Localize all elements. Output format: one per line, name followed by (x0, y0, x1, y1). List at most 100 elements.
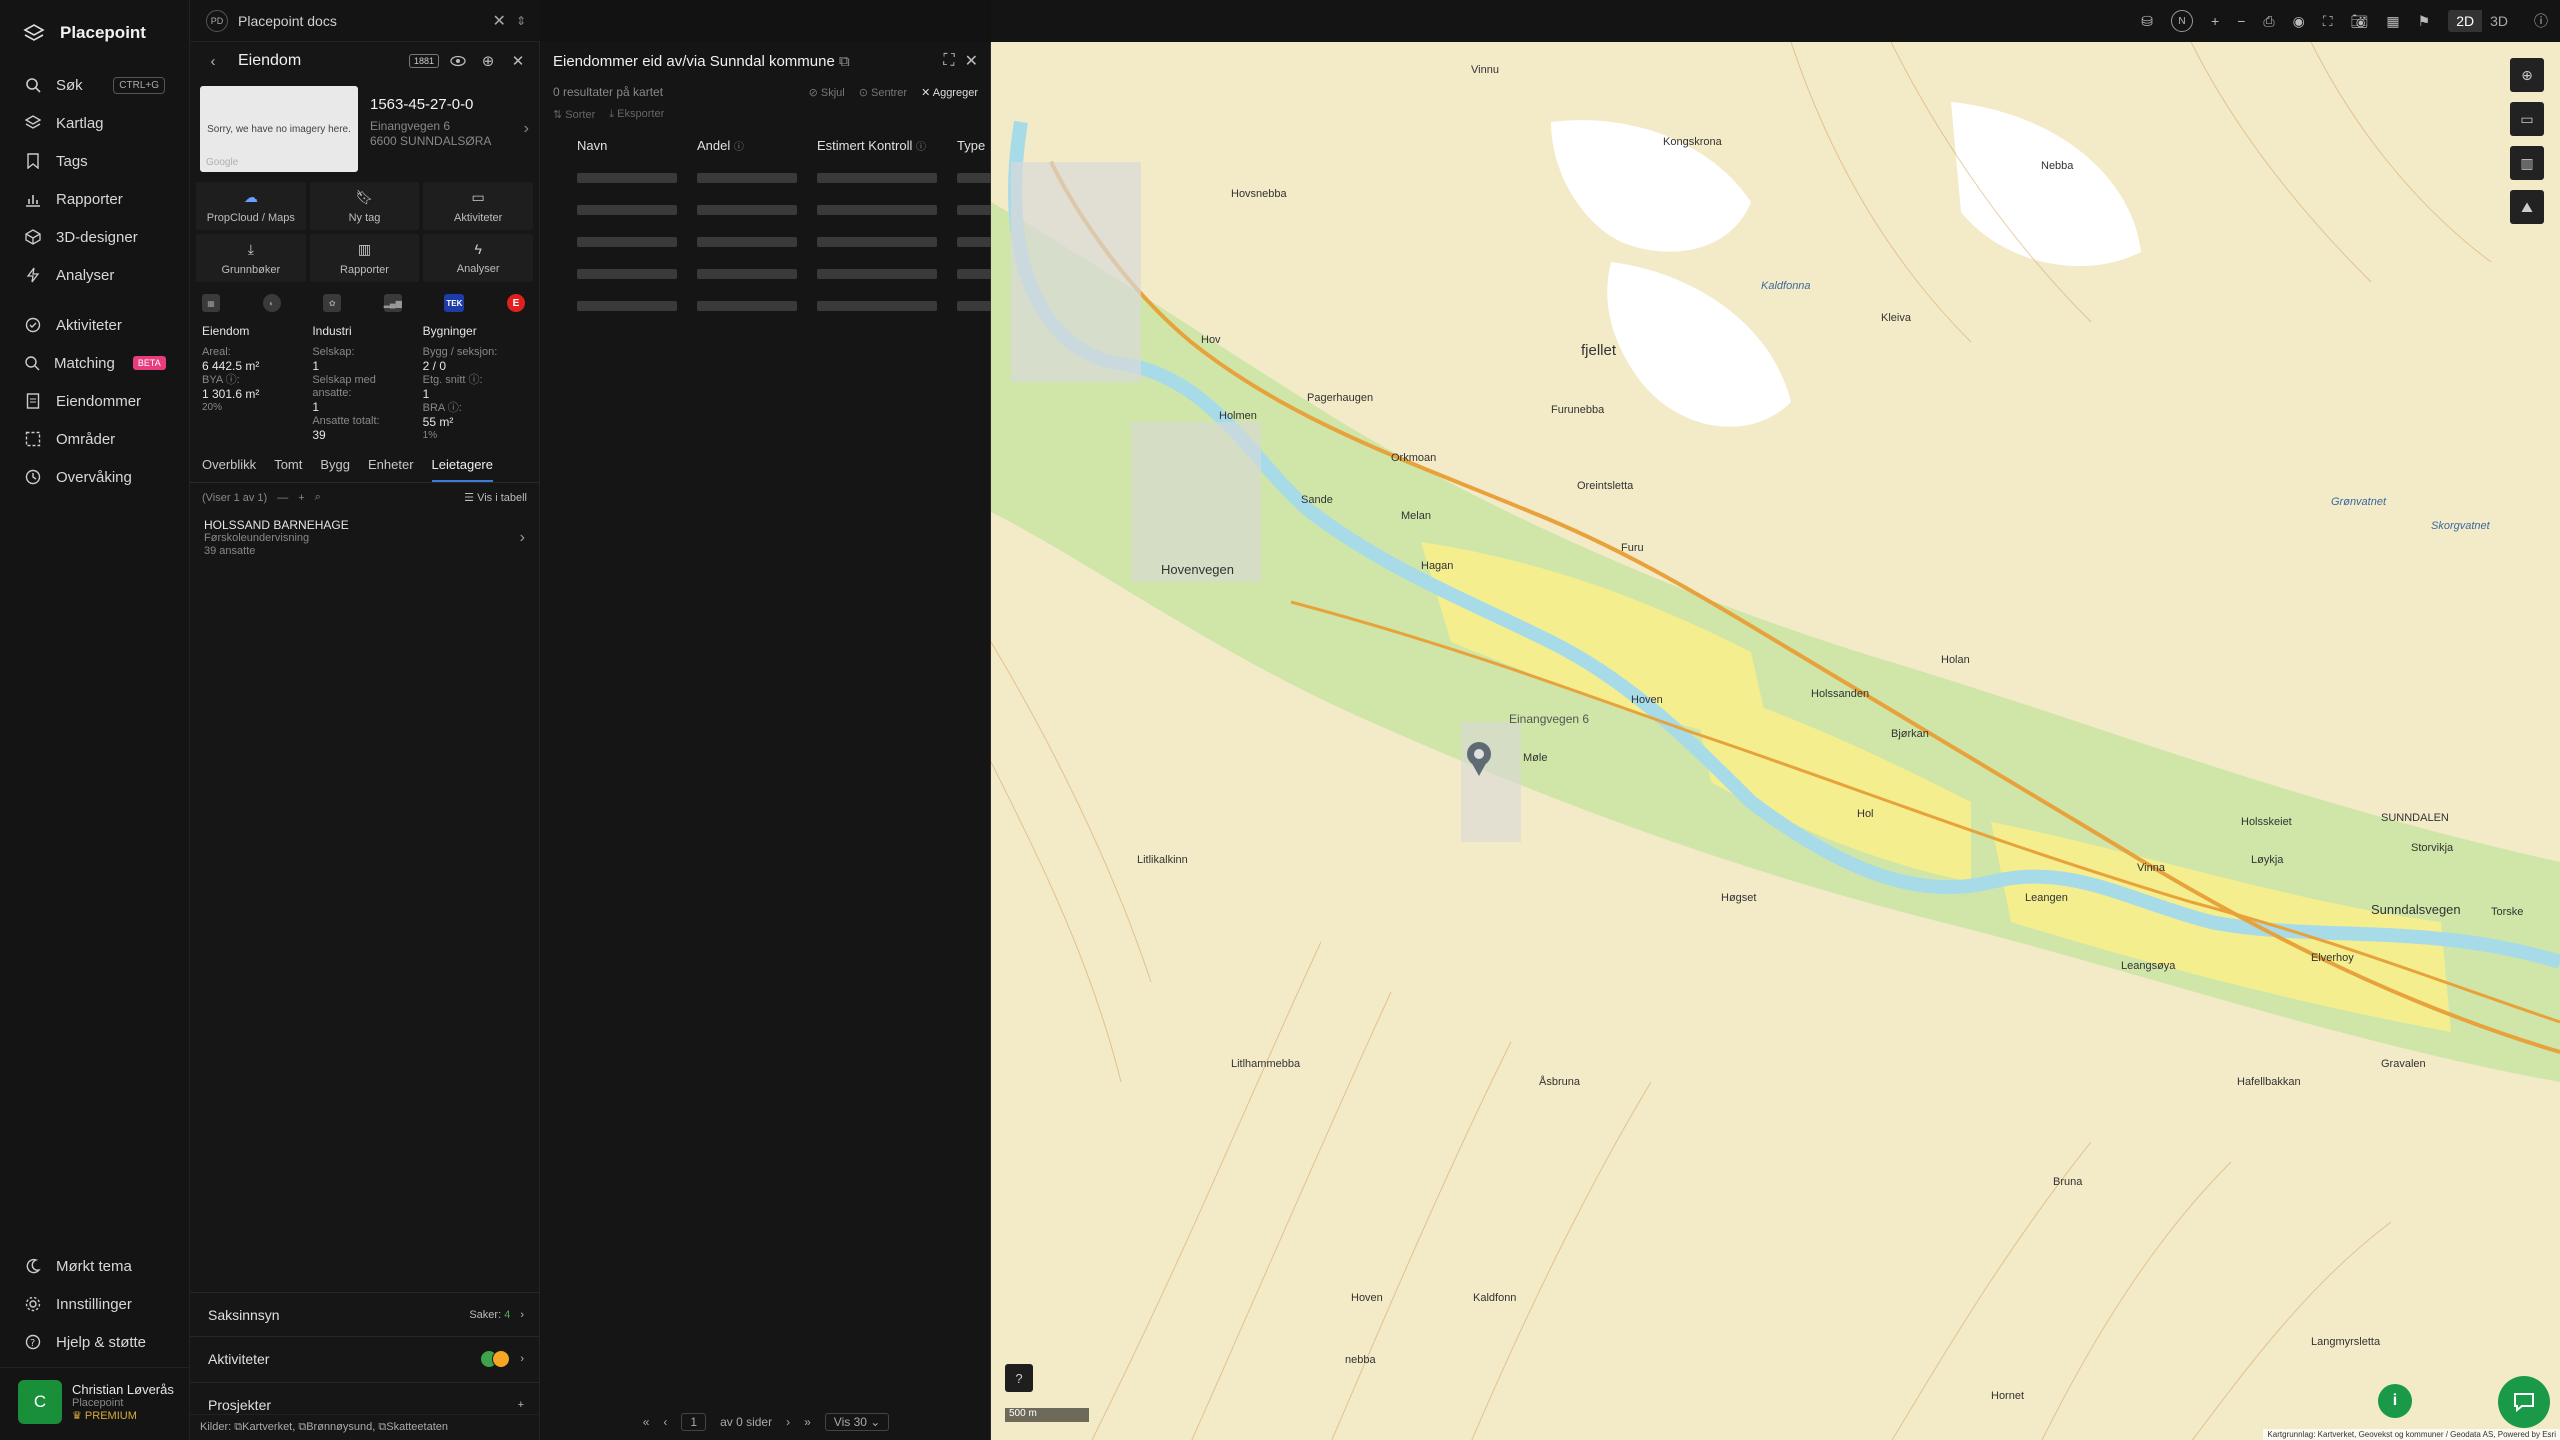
mode-3d-button[interactable]: 3D (2482, 10, 2516, 32)
nav-item-aktiviteter[interactable]: Aktiviteter (0, 306, 189, 344)
next-page-icon[interactable]: › (786, 1415, 790, 1429)
nav-item-settings[interactable]: Innstillinger (0, 1285, 190, 1323)
aggregate-button[interactable]: ✕ Aggreger (921, 86, 978, 99)
nav-item-rapporter[interactable]: Rapporter (0, 180, 189, 218)
center-button[interactable]: ⊙ Sentrer (859, 86, 907, 99)
nav-item-dark-theme[interactable]: Mørkt tema (0, 1247, 190, 1285)
prev-page-icon[interactable]: ‹ (663, 1415, 667, 1429)
info-icon[interactable]: ⓘ (2534, 11, 2548, 31)
column-header[interactable]: Estimert Kontroll ⓘ (817, 138, 957, 162)
ruler-icon[interactable]: ▭ (2510, 102, 2544, 136)
first-page-icon[interactable]: « (643, 1415, 650, 1429)
last-page-icon[interactable]: » (804, 1415, 811, 1429)
1881-badge[interactable]: 1881 (408, 54, 439, 68)
aktiviteter-section[interactable]: Aktiviteter › (190, 1336, 540, 1380)
source-link[interactable]: Skatteetaten (386, 1421, 448, 1433)
analyses-button[interactable]: ϟ Analyser (423, 234, 533, 282)
tab-enheter[interactable]: Enheter (368, 457, 414, 482)
nav-item-analyser[interactable]: Analyser (0, 256, 189, 294)
reports-button[interactable]: ▥ Rapporter (309, 234, 420, 282)
energy-icon[interactable]: E (506, 294, 525, 312)
chat-button[interactable] (2498, 1376, 2550, 1428)
measure-area-icon[interactable]: ⊕ (2510, 58, 2544, 92)
map-label: Vinnu (1471, 64, 1499, 76)
source-1-icon[interactable]: ▦ (202, 294, 220, 312)
source-2-icon[interactable]: ◐ (262, 294, 281, 312)
user-profile[interactable]: C Christian Løverås Placepoint ♛ PREMIUM (0, 1367, 190, 1440)
column-header[interactable]: Andel ⓘ (697, 138, 817, 162)
bookmark-icon[interactable]: ⚑ (2418, 13, 2431, 30)
grid-icon[interactable]: ▦ (2386, 13, 2399, 30)
fullscreen-icon[interactable]: ⛶ (2323, 13, 2333, 30)
bars-icon[interactable]: ▂▄▆ (383, 294, 402, 312)
nav-item-3d-designer[interactable]: 3D-designer (0, 218, 189, 256)
add-project-icon[interactable]: + (518, 1399, 524, 1411)
table-view-link[interactable]: ☰ Vis i tabell (464, 491, 527, 504)
land-registry-button[interactable]: ⤓ Grunnbøker (196, 234, 306, 282)
close-icon[interactable]: ✕ (965, 51, 978, 71)
map-canvas[interactable]: Vinnu Hovsnebba Kongskrona Nebba fjellet… (991, 42, 2560, 1440)
source-link[interactable]: Kartverket, (242, 1421, 295, 1433)
zoom-out-button[interactable]: − (2237, 13, 2245, 29)
map-label: Kleiva (1881, 312, 1911, 324)
nav-item-omrader[interactable]: Områder (0, 420, 189, 458)
print-icon[interactable]: ⎙ (2263, 13, 2274, 30)
add-circle-icon[interactable]: ⊕ (477, 50, 499, 72)
collapse-icon[interactable]: — (277, 492, 288, 504)
map-label: Hov (1201, 334, 1221, 346)
page-size-select[interactable]: Vis 30 ⌄ (824, 1413, 890, 1431)
activities-button[interactable]: ▭ Aktiviteter (423, 182, 533, 230)
eye-icon[interactable] (447, 50, 469, 72)
chevron-updown-icon[interactable]: ⇕ (516, 14, 526, 28)
map-label: Åsbruna (1539, 1076, 1580, 1088)
close-icon[interactable]: ✕ (493, 11, 506, 31)
help-button[interactable]: ? (1005, 1364, 1033, 1392)
nav-item-matching[interactable]: Matching BETA (0, 344, 189, 382)
expand-icon[interactable]: ⛶ (943, 52, 954, 70)
tek-icon[interactable]: TEK (444, 294, 465, 312)
chart-icon[interactable]: ▥ (2510, 146, 2544, 180)
nav-item-kartlag[interactable]: Kartlag (0, 104, 189, 142)
saksinnsyn-section[interactable]: Saksinnsyn Saker: 4 › (190, 1292, 540, 1336)
source-link[interactable]: Brønnøysund, (306, 1421, 375, 1433)
tenant-type: Førskoleundervisning (204, 532, 310, 544)
north-compass-button[interactable]: N (2171, 10, 2193, 32)
close-icon[interactable]: ✕ (507, 50, 529, 72)
propcloud-button[interactable]: ☁ PropCloud / Maps (196, 182, 306, 230)
nav-item-eiendommer[interactable]: Eiendommer (0, 382, 189, 420)
zoom-in-button[interactable]: + (2211, 13, 2219, 29)
tab-leietagere[interactable]: Leietagere (431, 457, 493, 482)
brand[interactable]: Placepoint (0, 0, 189, 66)
camera-icon[interactable]: 📷︎ (2351, 13, 2369, 30)
eye-icon[interactable]: ◉ (2293, 13, 2305, 30)
docs-bar[interactable]: PD Placepoint docs ✕ ⇕ (190, 0, 540, 42)
nav-item-sok[interactable]: Søk CTRL+G (0, 66, 189, 104)
nav-item-help[interactable]: ? Hjelp & støtte (0, 1323, 190, 1361)
info-button[interactable]: i (2378, 1384, 2412, 1418)
tab-overblikk[interactable]: Overblikk (202, 457, 256, 482)
main-navigation: Placepoint Søk CTRL+G Kartlag Tags Rappo… (0, 0, 190, 1440)
add-icon[interactable]: + (298, 492, 304, 504)
property-info[interactable]: 1563-45-27-0-0 Einangvegen 6 6600 SUNNDA… (370, 86, 512, 172)
nav-item-overvaking[interactable]: Overvåking (0, 458, 189, 496)
export-button[interactable]: ⤓ Eksporter (609, 108, 664, 122)
plant-icon[interactable]: ✿ (323, 294, 342, 312)
tab-bygg[interactable]: Bygg (320, 457, 350, 482)
elevation-icon[interactable]: ⛰ (2510, 190, 2544, 224)
nav-item-tags[interactable]: Tags (0, 142, 189, 180)
search-icon[interactable]: ⌕ (315, 491, 321, 504)
layers-stack-icon[interactable]: ⛁ (2141, 13, 2153, 30)
aktiviteter-meta: › (480, 1349, 524, 1368)
new-tag-button[interactable]: 🔖︎ Ny tag (309, 182, 420, 230)
sort-button[interactable]: ⇅ Sorter (553, 108, 595, 122)
page-input[interactable]: 1 (681, 1413, 707, 1431)
mode-2d-button[interactable]: 2D (2448, 10, 2483, 32)
back-icon[interactable]: ‹ (202, 50, 224, 72)
chevron-right-icon[interactable]: › (524, 120, 529, 138)
link-icon[interactable]: ⧉ (839, 53, 850, 70)
hide-button[interactable]: ⊘ Skjul (809, 86, 845, 99)
tenant-list-item[interactable]: HOLSSAND BARNEHAGE Førskoleundervisning … (190, 512, 539, 564)
column-header[interactable]: Navn (577, 138, 697, 162)
street-view-thumbnail[interactable]: Sorry, we have no imagery here. Google (200, 86, 358, 172)
tab-tomt[interactable]: Tomt (274, 457, 302, 482)
